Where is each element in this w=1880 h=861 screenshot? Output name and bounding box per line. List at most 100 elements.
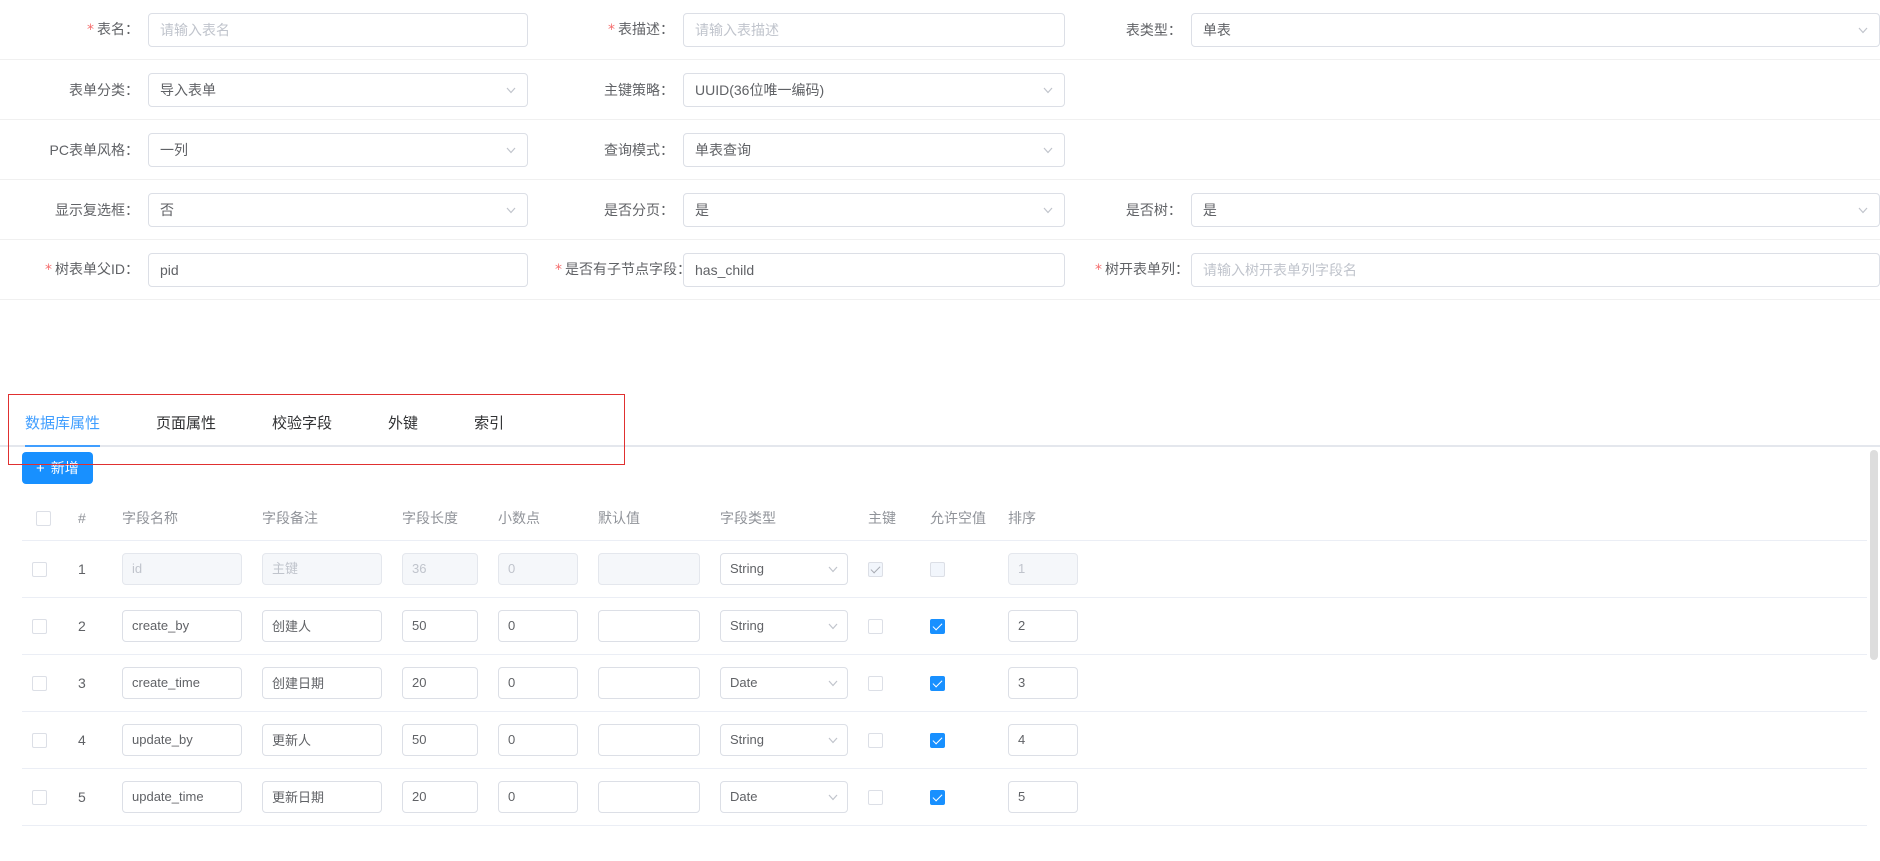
page-scrollbar[interactable] xyxy=(1867,0,1880,861)
tab-4[interactable]: 索引 xyxy=(474,412,524,445)
field-default-input[interactable] xyxy=(598,723,700,756)
tab-3[interactable]: 外键 xyxy=(388,412,438,445)
form-designer-page: * 表名： 请输入表名 * 表描述： 请输入表描述 表类型： 单表 表单分类： 导入表单 主键策略：… xyxy=(0,0,1880,861)
row-checkbox[interactable] xyxy=(32,618,47,634)
field-default-input[interactable] xyxy=(598,552,700,585)
tab-0[interactable]: 数据库属性 xyxy=(25,412,120,447)
field-input[interactable]: 请输入树开表单列字段名 xyxy=(1191,252,1880,287)
field-decimal-input[interactable] xyxy=(498,552,578,585)
field-type-select[interactable]: String xyxy=(720,723,848,756)
table-header-cell: 默认值 xyxy=(588,496,710,541)
field-select[interactable]: UUID(36位唯一编码) xyxy=(683,72,1065,107)
chevron-down-icon xyxy=(1041,83,1055,97)
field-length-input[interactable] xyxy=(402,552,478,585)
form-field: PC表单风格： 一列 xyxy=(0,120,555,180)
tab-2[interactable]: 校验字段 xyxy=(272,412,352,445)
field-length-input[interactable] xyxy=(402,666,478,699)
field-length-cell xyxy=(392,540,488,598)
field-default-cell xyxy=(588,597,710,655)
field-value: 一列 xyxy=(160,141,188,158)
field-type-select[interactable]: Date xyxy=(720,780,848,813)
field-select[interactable]: 是 xyxy=(683,192,1065,227)
field-type-select[interactable]: String xyxy=(720,552,848,585)
field-name-input[interactable] xyxy=(122,780,242,813)
field-select[interactable]: 单表 xyxy=(1190,12,1880,47)
primary-key-checkbox[interactable] xyxy=(868,675,883,691)
tab-label: 数据库属性 xyxy=(25,415,101,432)
table-row: 2 String xyxy=(22,597,1867,655)
field-input[interactable]: pid xyxy=(148,252,528,287)
scrollbar-thumb[interactable] xyxy=(1870,450,1878,660)
field-note-cell xyxy=(252,597,392,655)
field-label: 显示复选框： xyxy=(55,201,139,218)
field-name-input[interactable] xyxy=(122,723,242,756)
field-decimal-input[interactable] xyxy=(498,723,578,756)
field-type-select[interactable]: Date xyxy=(720,666,848,699)
form-field: * 树开表单列： 请输入树开表单列字段名 xyxy=(1095,240,1880,300)
form-row: * 树表单父ID： pid * 是否有子节点字段： has_child * 树开表单列： 请输入… xyxy=(0,240,1880,300)
field-default-input[interactable] xyxy=(598,609,700,642)
field-decimal-input[interactable] xyxy=(498,666,578,699)
tab-1[interactable]: 页面属性 xyxy=(156,412,236,445)
field-decimal-cell xyxy=(488,768,588,826)
row-checkbox[interactable] xyxy=(32,675,47,691)
nullable-checkbox[interactable] xyxy=(930,618,945,634)
form-row: 显示复选框： 否 是否分页： 是 是否树： 是 xyxy=(0,180,1880,240)
header-label: 允许空值 xyxy=(930,509,986,526)
row-index-cell: 2 xyxy=(68,597,112,655)
field-select[interactable]: 单表查询 xyxy=(683,132,1065,167)
field-decimal-input[interactable] xyxy=(498,609,578,642)
field-type-cell: Date xyxy=(710,654,858,712)
nullable-checkbox[interactable] xyxy=(930,789,945,805)
row-spacer xyxy=(1088,540,1867,598)
field-note-input[interactable] xyxy=(262,552,382,585)
header-label: 字段名称 xyxy=(122,509,178,526)
field-sort-input[interactable] xyxy=(1008,609,1078,642)
field-select[interactable]: 导入表单 xyxy=(148,72,528,107)
chevron-down-icon xyxy=(504,143,518,157)
field-sort-input[interactable] xyxy=(1008,780,1078,813)
field-input[interactable]: 请输入表描述 xyxy=(683,12,1065,47)
field-note-input[interactable] xyxy=(262,609,382,642)
form-field: 显示复选框： 否 xyxy=(0,180,555,240)
primary-key-checkbox[interactable] xyxy=(868,732,883,748)
field-select[interactable]: 是 xyxy=(1190,192,1880,227)
field-select[interactable]: 一列 xyxy=(148,132,528,167)
field-name-input[interactable] xyxy=(122,609,242,642)
field-note-input[interactable] xyxy=(262,780,382,813)
field-sort-input[interactable] xyxy=(1008,723,1078,756)
field-name-input[interactable] xyxy=(122,666,242,699)
primary-key-checkbox[interactable] xyxy=(868,561,883,577)
field-note-input[interactable] xyxy=(262,666,382,699)
select-all-checkbox[interactable] xyxy=(36,511,51,527)
nullable-cell xyxy=(920,597,998,655)
row-checkbox[interactable] xyxy=(32,789,47,805)
field-length-input[interactable] xyxy=(402,723,478,756)
nullable-checkbox[interactable] xyxy=(930,675,945,691)
field-default-input[interactable] xyxy=(598,780,700,813)
row-index: 5 xyxy=(78,788,86,805)
field-sort-input[interactable] xyxy=(1008,552,1078,585)
field-name-input[interactable] xyxy=(122,552,242,585)
primary-key-checkbox[interactable] xyxy=(868,789,883,805)
row-select-cell xyxy=(22,654,68,712)
row-checkbox[interactable] xyxy=(32,561,47,577)
nullable-checkbox[interactable] xyxy=(930,561,945,577)
field-name-cell xyxy=(112,768,252,826)
row-checkbox[interactable] xyxy=(32,732,47,748)
primary-key-checkbox[interactable] xyxy=(868,618,883,634)
field-type-select[interactable]: String xyxy=(720,609,848,642)
field-select[interactable]: 否 xyxy=(148,192,528,227)
add-field-button[interactable]: + 新增 xyxy=(22,452,93,484)
field-type-value: String xyxy=(730,732,764,747)
field-label: * 表名： xyxy=(87,21,139,38)
field-default-input[interactable] xyxy=(598,666,700,699)
field-length-input[interactable] xyxy=(402,609,478,642)
nullable-checkbox[interactable] xyxy=(930,732,945,748)
field-length-input[interactable] xyxy=(402,780,478,813)
field-note-input[interactable] xyxy=(262,723,382,756)
field-decimal-input[interactable] xyxy=(498,780,578,813)
field-sort-input[interactable] xyxy=(1008,666,1078,699)
field-input[interactable]: 请输入表名 xyxy=(148,12,528,47)
field-input[interactable]: has_child xyxy=(683,252,1065,287)
